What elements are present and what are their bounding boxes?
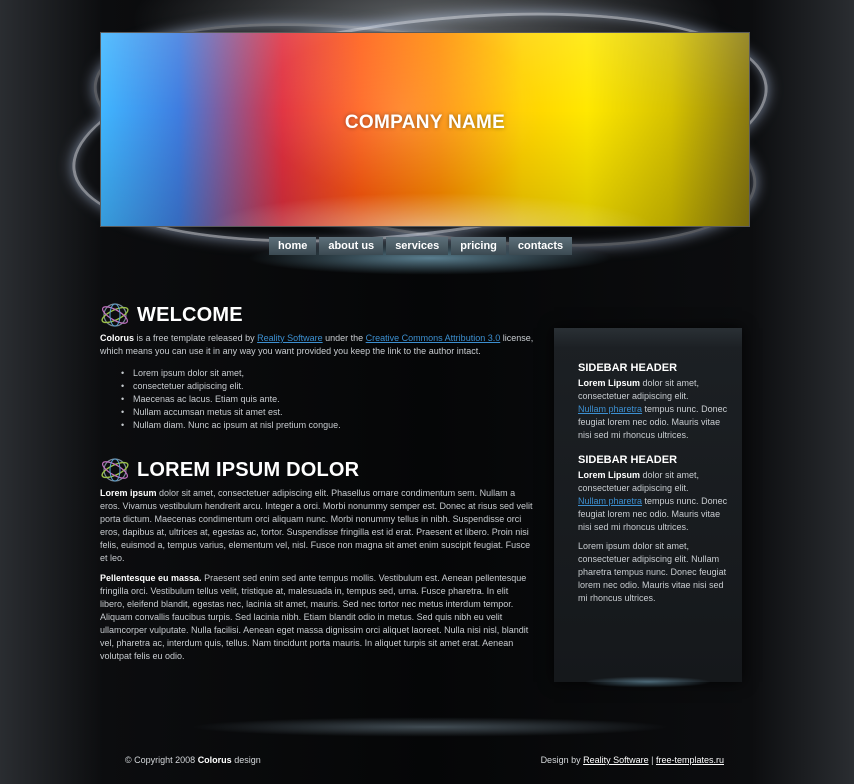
section-title: LOREM IPSUM DOLOR <box>137 458 360 481</box>
globe-icon <box>101 458 129 482</box>
footer-glow <box>90 705 770 745</box>
welcome-list: Lorem ipsum dolor sit amet, consectetuer… <box>121 367 534 432</box>
company-name[interactable]: COMPANY NAME <box>100 112 750 134</box>
sidebar-text: Lorem Lipsum dolor sit amet, consectetue… <box>578 469 728 534</box>
reality-software-footer-link[interactable]: Reality Software <box>583 755 649 765</box>
list-item: Nullam diam. Nunc ac ipsum at nisl preti… <box>121 419 534 432</box>
list-item: consectetuer adipiscing elit. <box>121 380 534 393</box>
footer-credits: Design by Reality Software | free-templa… <box>541 755 724 765</box>
welcome-intro: Colorus is a free template released by R… <box>100 332 534 358</box>
lorem-paragraph: Pellentesque eu massa. Praesent sed enim… <box>100 572 534 663</box>
nav-item-pricing[interactable]: pricing <box>451 237 506 255</box>
sidebar-block: SIDEBAR HEADER Lorem Lipsum dolor sit am… <box>578 362 728 442</box>
sidebar-block: SIDEBAR HEADER Lorem Lipsum dolor sit am… <box>578 454 728 605</box>
sidebar-lead: Lorem Lipsum <box>578 378 641 388</box>
section-title: WELCOME <box>137 303 243 326</box>
welcome-heading: WELCOME <box>100 300 534 330</box>
paragraph-lead: Lorem ipsum <box>100 488 157 498</box>
list-item: Lorem ipsum dolor sit amet, <box>121 367 534 380</box>
main-nav: home about us services pricing contacts <box>269 237 573 255</box>
nullam-pharetra-link[interactable]: Nullam pharetra <box>578 496 642 506</box>
credits-separator: | <box>648 755 656 765</box>
copyright-text: design <box>231 755 261 765</box>
sidebar-lead: Lorem Lipsum <box>578 470 641 480</box>
sidebar-text: Lorem ipsum dolor sit amet, consectetuer… <box>578 541 727 603</box>
sidebar-header: SIDEBAR HEADER <box>578 362 678 374</box>
globe-icon <box>101 303 129 327</box>
nullam-pharetra-link[interactable]: Nullam pharetra <box>578 404 642 414</box>
list-item: Maecenas ac lacus. Etiam quis ante. <box>121 393 534 406</box>
reality-software-link[interactable]: Reality Software <box>257 333 323 343</box>
credits-text: Design by <box>540 755 584 765</box>
free-templates-link[interactable]: free-templates.ru <box>656 755 724 765</box>
sidebar-text: Lorem Lipsum dolor sit amet, consectetue… <box>578 377 728 442</box>
intro-text: is a free template released by <box>134 333 258 343</box>
sidebar-content: SIDEBAR HEADER Lorem Lipsum dolor sit am… <box>578 362 728 617</box>
lorem-paragraph: Lorem ipsum dolor sit amet, consectetuer… <box>100 487 534 565</box>
main-content: WELCOME Colorus is a free template relea… <box>100 300 534 670</box>
copyright-text: © Copyright 2008 <box>125 755 198 765</box>
nav-item-services[interactable]: services <box>386 237 449 255</box>
nav-item-home[interactable]: home <box>269 237 317 255</box>
paragraph-text: Praesent sed enim sed ante tempus mollis… <box>100 573 529 661</box>
sidebar-header: SIDEBAR HEADER <box>578 454 678 466</box>
intro-text: under the <box>322 333 366 343</box>
brand-name: Colorus <box>100 333 135 343</box>
brand-name: Colorus <box>197 755 232 765</box>
paragraph-text: dolor sit amet, consectetuer adipiscing … <box>100 488 533 563</box>
paragraph-lead: Pellentesque eu massa. <box>100 573 202 583</box>
lorem-heading: LOREM IPSUM DOLOR <box>100 455 534 485</box>
footer-copyright: © Copyright 2008 Colorus design <box>125 755 261 765</box>
nav-item-contacts[interactable]: contacts <box>508 237 573 255</box>
list-item: Nullam accumsan metus sit amet est. <box>121 406 534 419</box>
nav-item-about-us[interactable]: about us <box>319 237 384 255</box>
sidebar: SIDEBAR HEADER Lorem Lipsum dolor sit am… <box>554 328 742 692</box>
license-link[interactable]: Creative Commons Attribution 3.0 <box>366 333 501 343</box>
